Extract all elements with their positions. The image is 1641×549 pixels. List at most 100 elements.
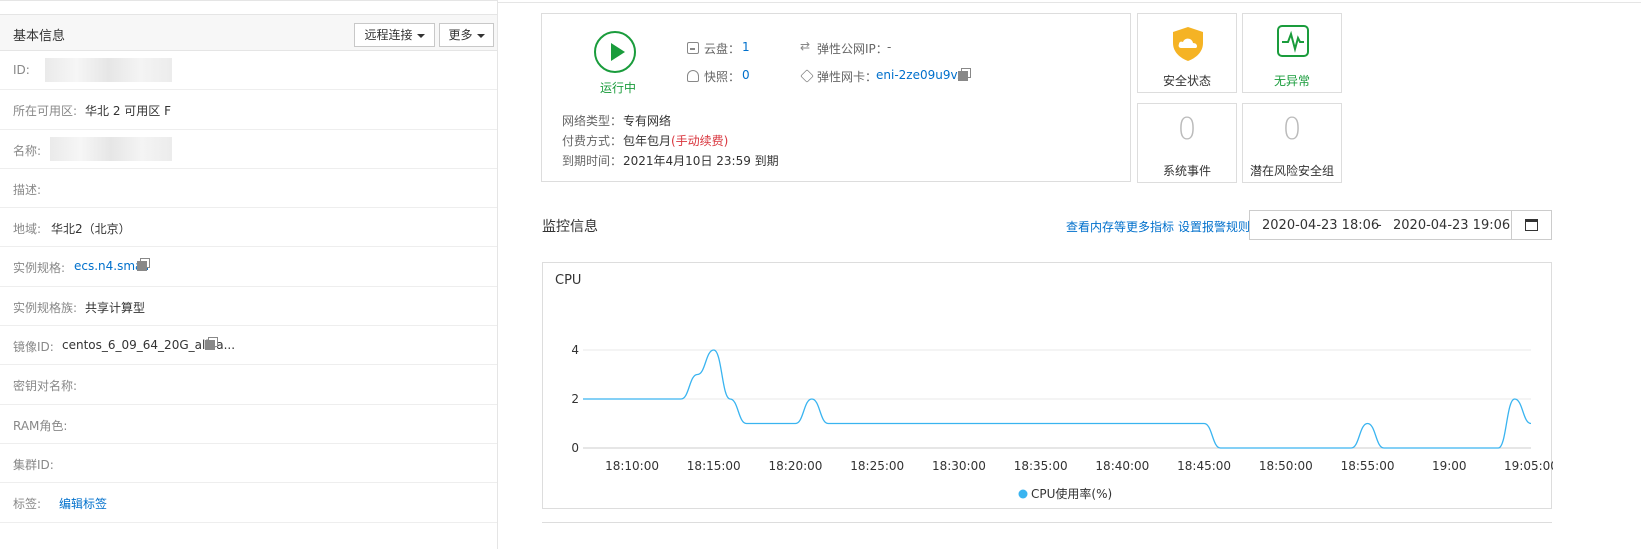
security-status-card[interactable]: 安全状态 [1137, 13, 1237, 93]
info-row-value: 华北 2 可用区 F [85, 104, 171, 119]
date-from: 2020-04-23 18:06 [1262, 218, 1380, 233]
info-row: 地域: 华北2（北京） [0, 208, 497, 248]
heartbeat-icon [1277, 25, 1309, 57]
top-divider [498, 2, 1641, 3]
basic-info-header: 基本信息 远程连接 更多 [0, 14, 497, 51]
x-tick-label: 18:40:00 [1095, 459, 1149, 473]
remote-connect-label: 远程连接 [364, 28, 413, 42]
redacted-value [50, 136, 172, 161]
y-tick-label: 2 [571, 392, 579, 406]
info-row-value: 共享计算型 [85, 300, 146, 315]
info-row: 实例规格族: 共享计算型 [0, 287, 497, 327]
disk-label: 云盘： [704, 42, 741, 56]
info-row: 镜像ID: centos_6_09_64_20G_aliba... [0, 326, 497, 366]
x-tick-label: 18:45:00 [1177, 459, 1231, 473]
info-row: 描述: [0, 169, 497, 209]
x-tick-label: 18:10:00 [605, 459, 659, 473]
expire-label: 到期时间： [562, 154, 623, 168]
monitor-title: 监控信息 [542, 219, 598, 235]
eip-icon [800, 39, 813, 54]
info-row-label: ID: [13, 63, 30, 77]
play-icon [594, 31, 636, 73]
eip-label: 弹性公网IP： [817, 42, 888, 56]
info-row: 实例规格: ecs.n4.small [0, 247, 497, 287]
info-row-label: 名称: [13, 143, 42, 158]
risk-count: 0 [1282, 112, 1302, 147]
security-status-label: 安全状态 [1162, 74, 1211, 88]
eni-icon [800, 69, 814, 83]
snapshot-label: 快照： [704, 70, 741, 84]
date-to: 2020-04-23 19:06 [1393, 218, 1511, 233]
remote-connect-button[interactable]: 远程连接 [354, 23, 435, 47]
instance-status-card: 运行中 云盘： 1 快照： 0 弹性公网IP： - 弹性网卡： eni-2ze0… [541, 13, 1131, 182]
bottom-divider [542, 522, 1552, 523]
eni-label: 弹性网卡： [817, 70, 878, 84]
eip-value: - [887, 40, 892, 54]
disk-icon [687, 42, 699, 54]
basic-info-title: 基本信息 [13, 29, 66, 44]
risk-security-group-card[interactable]: 0 潜在风险安全组 [1242, 103, 1342, 183]
cpu-chart-svg: 0 2 4 18:10:00 18:15:00 18:20:00 18:25:00 18:30… [571, 343, 1553, 501]
info-row-label: 标签: [13, 497, 42, 512]
y-tick-label: 0 [571, 441, 579, 455]
info-row-label: 描述: [13, 182, 42, 197]
redacted-value [45, 58, 172, 82]
snapshot-count-link[interactable]: 0 [742, 68, 750, 82]
x-tick-label: 18:25:00 [850, 459, 904, 473]
info-row: 标签: 编辑标签 [0, 483, 497, 523]
info-row-label: RAM角色: [13, 418, 68, 433]
x-tick-label: 18:50:00 [1259, 459, 1313, 473]
normal-status-card[interactable]: 无异常 [1242, 13, 1342, 93]
x-tick-label: 19:00 [1432, 459, 1467, 473]
info-row-value: 华北2（北京） [51, 222, 131, 237]
network-type-value: 专有网络 [623, 114, 672, 128]
info-row-label: 镜像ID: [13, 340, 54, 355]
more-button[interactable]: 更多 [439, 23, 494, 47]
edit-tags-link[interactable]: 编辑标签 [59, 495, 107, 512]
risk-label: 潜在风险安全组 [1249, 164, 1334, 178]
renew-note: (手动续费) [671, 134, 729, 148]
info-row: RAM角色: [0, 405, 497, 444]
cpu-chart: CPU 0 2 4 18:10:00 18:15:00 18:20:00 18:25:00 1… [542, 262, 1553, 509]
chevron-down-icon [416, 33, 425, 38]
info-row: 密钥对名称: [0, 365, 497, 405]
calendar-icon [1525, 219, 1538, 231]
copy-icon[interactable] [958, 68, 971, 81]
info-row-label: 地域: [13, 222, 42, 237]
info-row: 名称: [0, 130, 497, 169]
info-row-label: 所在可用区: [13, 104, 78, 119]
x-tick-label: 18:15:00 [687, 459, 741, 473]
legend-marker [1018, 489, 1028, 499]
more-label: 更多 [448, 28, 473, 42]
info-row-label: 密钥对名称: [13, 379, 78, 394]
copy-icon[interactable] [205, 337, 218, 351]
x-tick-label: 18:35:00 [1014, 459, 1068, 473]
date-separator: - [1377, 218, 1382, 233]
alarm-rules-link[interactable]: 设置报警规则 [1178, 220, 1250, 234]
system-events-card[interactable]: 0 系统事件 [1137, 103, 1237, 183]
legend-label: CPU使用率(%) [1031, 486, 1112, 501]
x-tick-label: 19:05:00 [1504, 459, 1553, 473]
x-tick-label: 18:55:00 [1341, 459, 1395, 473]
chevron-down-icon [476, 33, 485, 38]
more-metrics-link[interactable]: 查看内存等更多指标 [1066, 220, 1174, 234]
snapshot-icon [687, 70, 699, 82]
date-range-picker[interactable]: 2020-04-23 18:06 - 2020-04-23 19:06 [1249, 210, 1512, 240]
calendar-button[interactable] [1511, 210, 1552, 240]
info-row: ID: [0, 51, 497, 91]
copy-icon[interactable] [137, 258, 150, 272]
info-row-label: 实例规格族: [13, 300, 78, 315]
info-row-label: 集群ID: [13, 457, 54, 472]
info-row: 集群ID: [0, 444, 497, 484]
y-tick-label: 4 [571, 343, 579, 357]
basic-info-panel: 基本信息 远程连接 更多 ID: 所在可用区: 华北 2 可用区 F 名称: 描述: 地域… [0, 0, 498, 549]
x-tick-label: 18:30:00 [932, 459, 986, 473]
eni-link[interactable]: eni-2ze09u9v... [876, 68, 968, 82]
system-events-count: 0 [1177, 112, 1197, 147]
system-events-label: 系统事件 [1162, 164, 1211, 178]
x-tick-label: 18:20:00 [769, 459, 823, 473]
info-row: 所在可用区: 华北 2 可用区 F [0, 90, 497, 130]
basic-info-rows: ID: 所在可用区: 华北 2 可用区 F 名称: 描述: 地域: 华北2（北京） 实例规格:… [0, 51, 497, 523]
normal-status-label: 无异常 [1273, 74, 1310, 88]
disk-count-link[interactable]: 1 [742, 40, 750, 54]
